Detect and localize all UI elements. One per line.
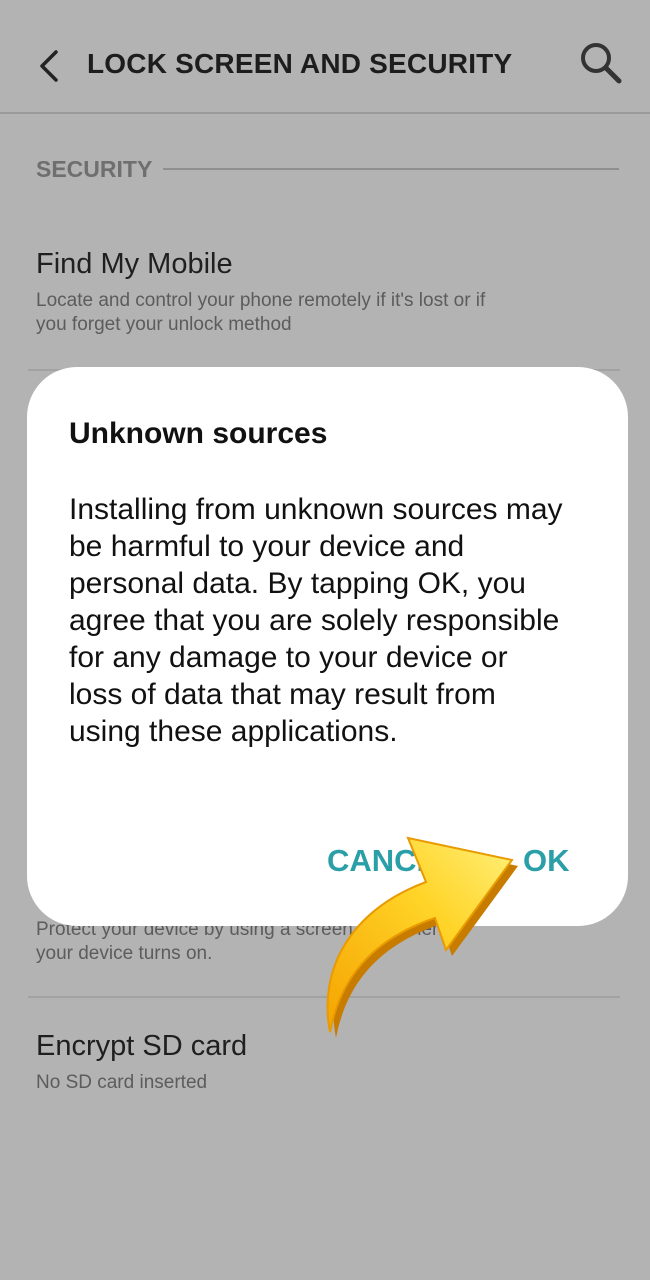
- item-title: Find My Mobile: [36, 248, 233, 280]
- item-subtitle: No SD card inserted: [36, 1072, 208, 1093]
- search-icon[interactable]: [578, 40, 624, 86]
- item-subtitle: Locate and control your phone remotely i…: [36, 290, 486, 335]
- page-title: LOCK SCREEN AND SECURITY: [87, 48, 513, 79]
- pointer-arrow-icon: [326, 836, 518, 1038]
- dialog-title: Unknown sources: [69, 417, 328, 450]
- dialog-message: Installing from unknown sources may be h…: [69, 493, 563, 748]
- item-title: Encrypt SD card: [36, 1030, 248, 1062]
- app-bar: LOCK SCREEN AND SECURITY: [0, 0, 650, 114]
- back-arrow-icon[interactable]: [34, 46, 64, 86]
- section-header: SECURITY: [36, 156, 153, 182]
- section-divider: [163, 168, 619, 170]
